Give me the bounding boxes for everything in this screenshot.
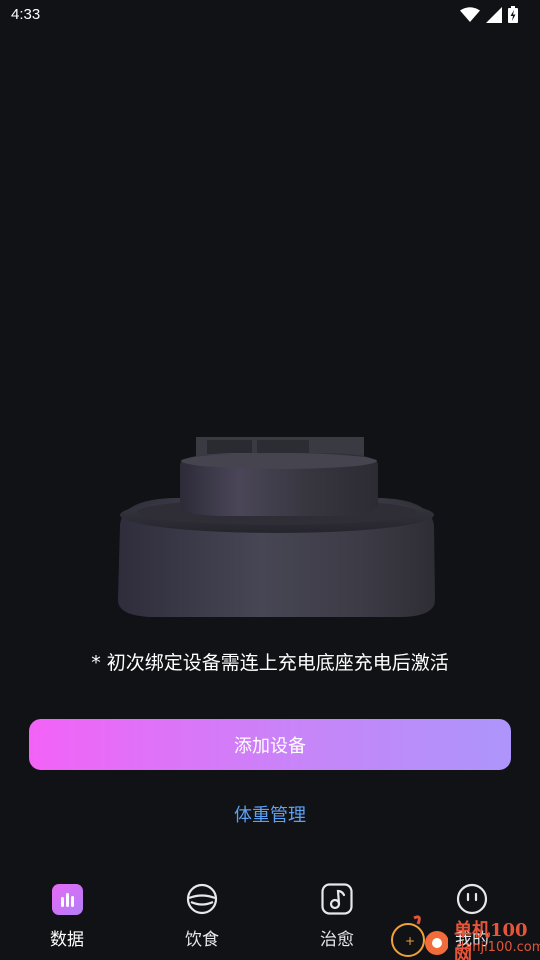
screen: 4:33 * 初次绑定设备需连上充电底座充电后激活 添加设备 体重管理 数据 饮…: [0, 0, 540, 960]
watermark-url: danji100.com: [456, 940, 540, 955]
bowl-icon: [185, 882, 219, 916]
activation-hint: * 初次绑定设备需连上充电底座充电后激活: [91, 652, 449, 674]
watermark-logo-icon: +: [391, 915, 448, 957]
signal-icon: [486, 6, 502, 23]
watermark: + 单机100网 danji100.com: [388, 912, 540, 960]
weight-management-link[interactable]: 体重管理: [0, 801, 540, 827]
wifi-icon: [460, 6, 480, 22]
bar-chart-icon: [50, 882, 84, 916]
tab-healing-label: 治愈: [320, 930, 354, 950]
status-bar: 4:33: [0, 0, 540, 32]
status-time: 4:33: [11, 6, 41, 23]
face-icon: [455, 882, 489, 916]
tab-data-label: 数据: [50, 930, 84, 950]
svg-text:+: +: [405, 934, 415, 948]
tab-healing[interactable]: 治愈: [287, 882, 387, 950]
status-icons: [460, 6, 518, 23]
tab-diet[interactable]: 饮食: [152, 882, 252, 950]
battery-charging-icon: [508, 6, 518, 23]
tab-diet-label: 饮食: [185, 930, 219, 950]
tab-data[interactable]: 数据: [17, 882, 117, 950]
add-device-button[interactable]: 添加设备: [29, 719, 511, 770]
scale-device-illustration: [118, 437, 435, 617]
music-note-icon: [320, 882, 354, 916]
